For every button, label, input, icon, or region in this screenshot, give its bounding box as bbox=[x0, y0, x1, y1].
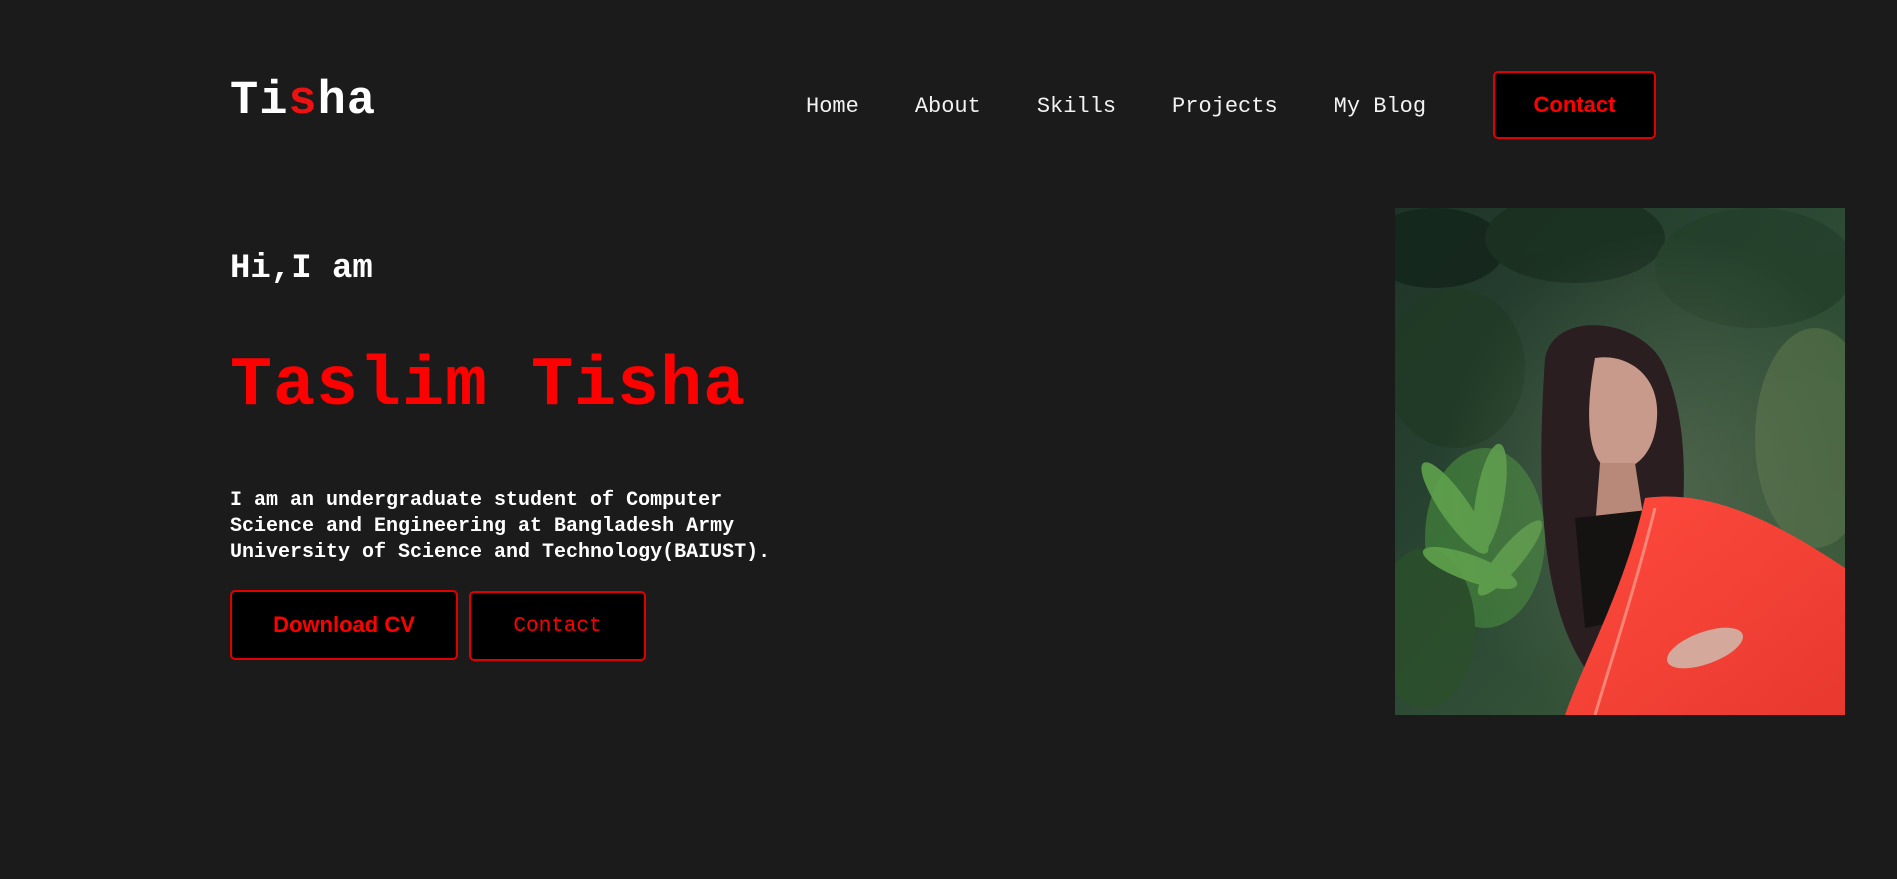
nav-link-about[interactable]: About bbox=[915, 94, 981, 120]
logo-text-start: Ti bbox=[230, 75, 289, 128]
nav-contact-button[interactable]: Contact bbox=[1493, 71, 1656, 139]
main-nav: Home About Skills Projects My Blog bbox=[806, 94, 1426, 120]
logo-text-accent: s bbox=[288, 75, 318, 128]
hero-bio: I am an undergraduate student of Compute… bbox=[230, 488, 870, 566]
site-logo[interactable]: Tisha bbox=[230, 78, 376, 125]
hero-bio-line: Science and Engineering at Bangladesh Ar… bbox=[230, 515, 735, 538]
profile-photo bbox=[1395, 208, 1845, 715]
hero-bio-line: University of Science and Technology(BAI… bbox=[230, 541, 771, 564]
portfolio-page: Tisha Home About Skills Projects My Blog… bbox=[0, 0, 1897, 879]
nav-link-my-blog[interactable]: My Blog bbox=[1334, 94, 1426, 120]
hero-bio-line: I am an undergraduate student of Compute… bbox=[230, 489, 723, 512]
nav-link-home[interactable]: Home bbox=[806, 94, 859, 120]
hero-name: Taslim Tisha bbox=[230, 347, 747, 426]
nav-link-projects[interactable]: Projects bbox=[1172, 94, 1278, 120]
hero-greeting: Hi,I am bbox=[230, 250, 373, 288]
hero-contact-button[interactable]: Contact bbox=[469, 591, 646, 661]
profile-photo-image bbox=[1395, 208, 1845, 715]
logo-text-end: ha bbox=[317, 75, 377, 128]
nav-link-skills[interactable]: Skills bbox=[1037, 94, 1116, 120]
download-cv-button[interactable]: Download CV bbox=[230, 590, 458, 660]
